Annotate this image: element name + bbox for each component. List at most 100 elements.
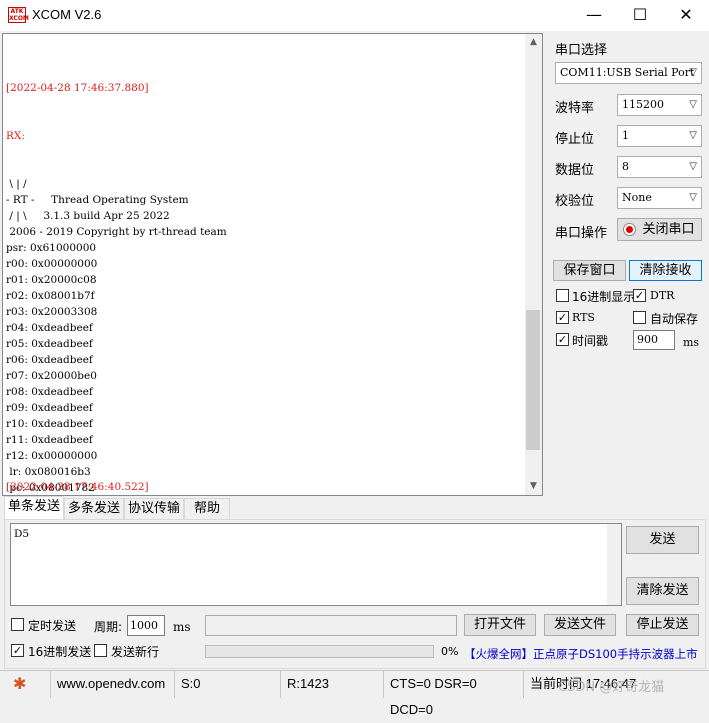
rx-line: / | \ 3.1.3 build Apr 25 2022 <box>6 210 170 222</box>
clear-send-button[interactable]: 清除发送 <box>626 577 699 605</box>
rx-line: r01: 0x20000c08 <box>6 274 97 286</box>
port-label: 串口选择 <box>555 43 608 58</box>
tab-multi-send[interactable]: 多条发送 <box>64 498 124 519</box>
rts-checkbox[interactable]: ✓ <box>556 311 569 324</box>
parity-label: 校验位 <box>555 194 595 209</box>
chevron-down-icon: ▽ <box>689 99 697 110</box>
close-window-button[interactable]: ✕ <box>663 0 709 31</box>
status-receive-count: R:1423 <box>280 671 383 698</box>
tab-single-send[interactable]: 单条发送 <box>4 496 64 519</box>
tab-help[interactable]: 帮助 <box>184 498 230 519</box>
send-newline-label: 发送新行 <box>111 645 160 659</box>
rx-line: r07: 0x20000be0 <box>6 370 97 382</box>
rx-line: r04: 0xdeadbeef <box>6 322 93 334</box>
chevron-down-icon: ▽ <box>689 192 697 203</box>
close-port-button[interactable]: 关闭串口 <box>617 218 702 241</box>
rx-line: r00: 0x00000000 <box>6 258 98 270</box>
receive-scrollbar[interactable]: ▲ ▼ <box>525 34 542 495</box>
dtr-checkbox[interactable]: ✓ <box>633 289 646 302</box>
period-ms-label: ms <box>173 620 191 634</box>
status-bar: ✱ www.openedv.com S:0 R:1423 CTS=0 DSR=0… <box>0 670 709 717</box>
period-input[interactable]: 1000 <box>127 615 165 636</box>
chevron-down-icon: ▽ <box>689 130 697 141</box>
baud-select[interactable]: 115200 ▽ <box>617 94 702 116</box>
rx-line: r10: 0xdeadbeef <box>6 418 93 430</box>
stop-bits-select[interactable]: 1 ▽ <box>617 125 702 147</box>
data-bits-value: 8 <box>622 160 629 173</box>
receive-text: [2022-04-28 17:46:37.880] RX: \ | / - RT … <box>6 48 526 544</box>
timed-send-checkbox[interactable] <box>11 618 24 631</box>
rx-lines: \ | / - RT - Thread Operating System / | … <box>6 176 526 512</box>
hex-send-label: 16进制发送 <box>28 645 92 659</box>
period-label: 周期: <box>94 620 123 634</box>
file-path-input[interactable] <box>205 615 457 636</box>
rx-line: r05: 0xdeadbeef <box>6 338 93 350</box>
baud-value: 115200 <box>622 98 664 111</box>
hex-display-label: 16进制显示 <box>572 290 636 304</box>
data-bits-select[interactable]: 8 ▽ <box>617 156 702 178</box>
tab-protocol[interactable]: 协议传输 <box>124 498 184 519</box>
hex-display-checkbox[interactable] <box>556 289 569 302</box>
minimize-button[interactable]: — <box>571 0 617 31</box>
rx-line: lr: 0x080016b3 <box>6 466 91 478</box>
parity-value: None <box>622 191 652 204</box>
status-send-count: S:0 <box>174 671 280 698</box>
rx-line: \ | / <box>6 178 27 190</box>
timestamp-ms-label: ms <box>683 336 700 349</box>
send-scrollbar[interactable] <box>607 524 621 605</box>
receive-textarea[interactable]: [2022-04-28 17:46:37.880] RX: \ | / - RT … <box>2 33 543 510</box>
rx-line: psr: 0x61000000 <box>6 242 97 254</box>
port-value: COM11:USB Serial Port <box>560 66 695 79</box>
app-logo: ATK XCOM <box>8 7 29 23</box>
scroll-down-icon[interactable]: ▼ <box>525 478 542 495</box>
rx-line: r02: 0x08001b7f <box>6 290 95 302</box>
rx-line: r03: 0x20003308 <box>6 306 98 318</box>
parity-select[interactable]: None ▽ <box>617 187 702 209</box>
dtr-label: DTR <box>650 289 675 302</box>
send-progress-bar <box>205 645 434 658</box>
auto-save-checkbox[interactable] <box>633 311 646 324</box>
send-button[interactable]: 发送 <box>626 526 699 554</box>
window-title: XCOM V2.6 <box>32 7 102 22</box>
status-url[interactable]: www.openedv.com <box>50 671 174 698</box>
save-window-button[interactable]: 保存窗口 <box>553 260 626 281</box>
rx-timestamp-2: [2022-04-28 17:46:40.522] <box>6 481 149 493</box>
send-file-button[interactable]: 发送文件 <box>544 614 616 636</box>
chevron-down-icon: ▽ <box>689 161 697 172</box>
data-bits-label: 数据位 <box>555 163 595 178</box>
clear-receive-button[interactable]: 清除接收 <box>629 260 702 281</box>
port-op-label: 串口操作 <box>555 226 608 241</box>
rx-line: r12: 0x00000000 <box>6 450 98 462</box>
baud-label: 波特率 <box>555 101 595 116</box>
csdn-watermark: CSDN @好奇龙猫 <box>558 680 665 695</box>
stop-bits-label: 停止位 <box>555 132 595 147</box>
open-file-button[interactable]: 打开文件 <box>464 614 536 636</box>
rx-timestamp: [2022-04-28 17:46:37.880] <box>6 82 149 94</box>
timestamp-checkbox[interactable]: ✓ <box>556 333 569 346</box>
timestamp-label: 时间戳 <box>572 334 609 348</box>
timestamp-input[interactable]: 900 <box>633 330 675 350</box>
send-newline-checkbox[interactable] <box>94 644 107 657</box>
send-textarea[interactable]: D5 <box>10 523 622 606</box>
port-select[interactable]: COM11:USB Serial Port ▽ <box>555 62 702 84</box>
title-bar: ATK XCOM XCOM V2.6 — ☐ ✕ <box>0 0 709 31</box>
rx-line: - RT - Thread Operating System <box>6 194 189 206</box>
rx-line: r11: 0xdeadbeef <box>6 434 93 446</box>
rx-line: r09: 0xdeadbeef <box>6 402 93 414</box>
rx-line: 2006 - 2019 Copyright by rt-thread team <box>6 226 227 238</box>
stop-bits-value: 1 <box>622 129 629 142</box>
gear-icon[interactable]: ✱ <box>13 676 26 692</box>
maximize-button[interactable]: ☐ <box>617 0 663 31</box>
stop-send-button[interactable]: 停止发送 <box>626 614 699 636</box>
rx-line: r06: 0xdeadbeef <box>6 354 93 366</box>
ad-link[interactable]: 【火爆全网】正点原子DS100手持示波器上市 <box>464 646 698 662</box>
hex-send-checkbox[interactable]: ✓ <box>11 644 24 657</box>
record-icon <box>623 223 636 236</box>
timed-send-label: 定时发送 <box>28 619 77 633</box>
send-text: D5 <box>14 528 30 540</box>
rx-line: r08: 0xdeadbeef <box>6 386 93 398</box>
progress-percent: 0% <box>441 645 459 658</box>
scroll-up-icon[interactable]: ▲ <box>525 34 542 51</box>
rts-label: RTS <box>572 311 595 324</box>
scrollbar-thumb[interactable] <box>526 310 540 450</box>
